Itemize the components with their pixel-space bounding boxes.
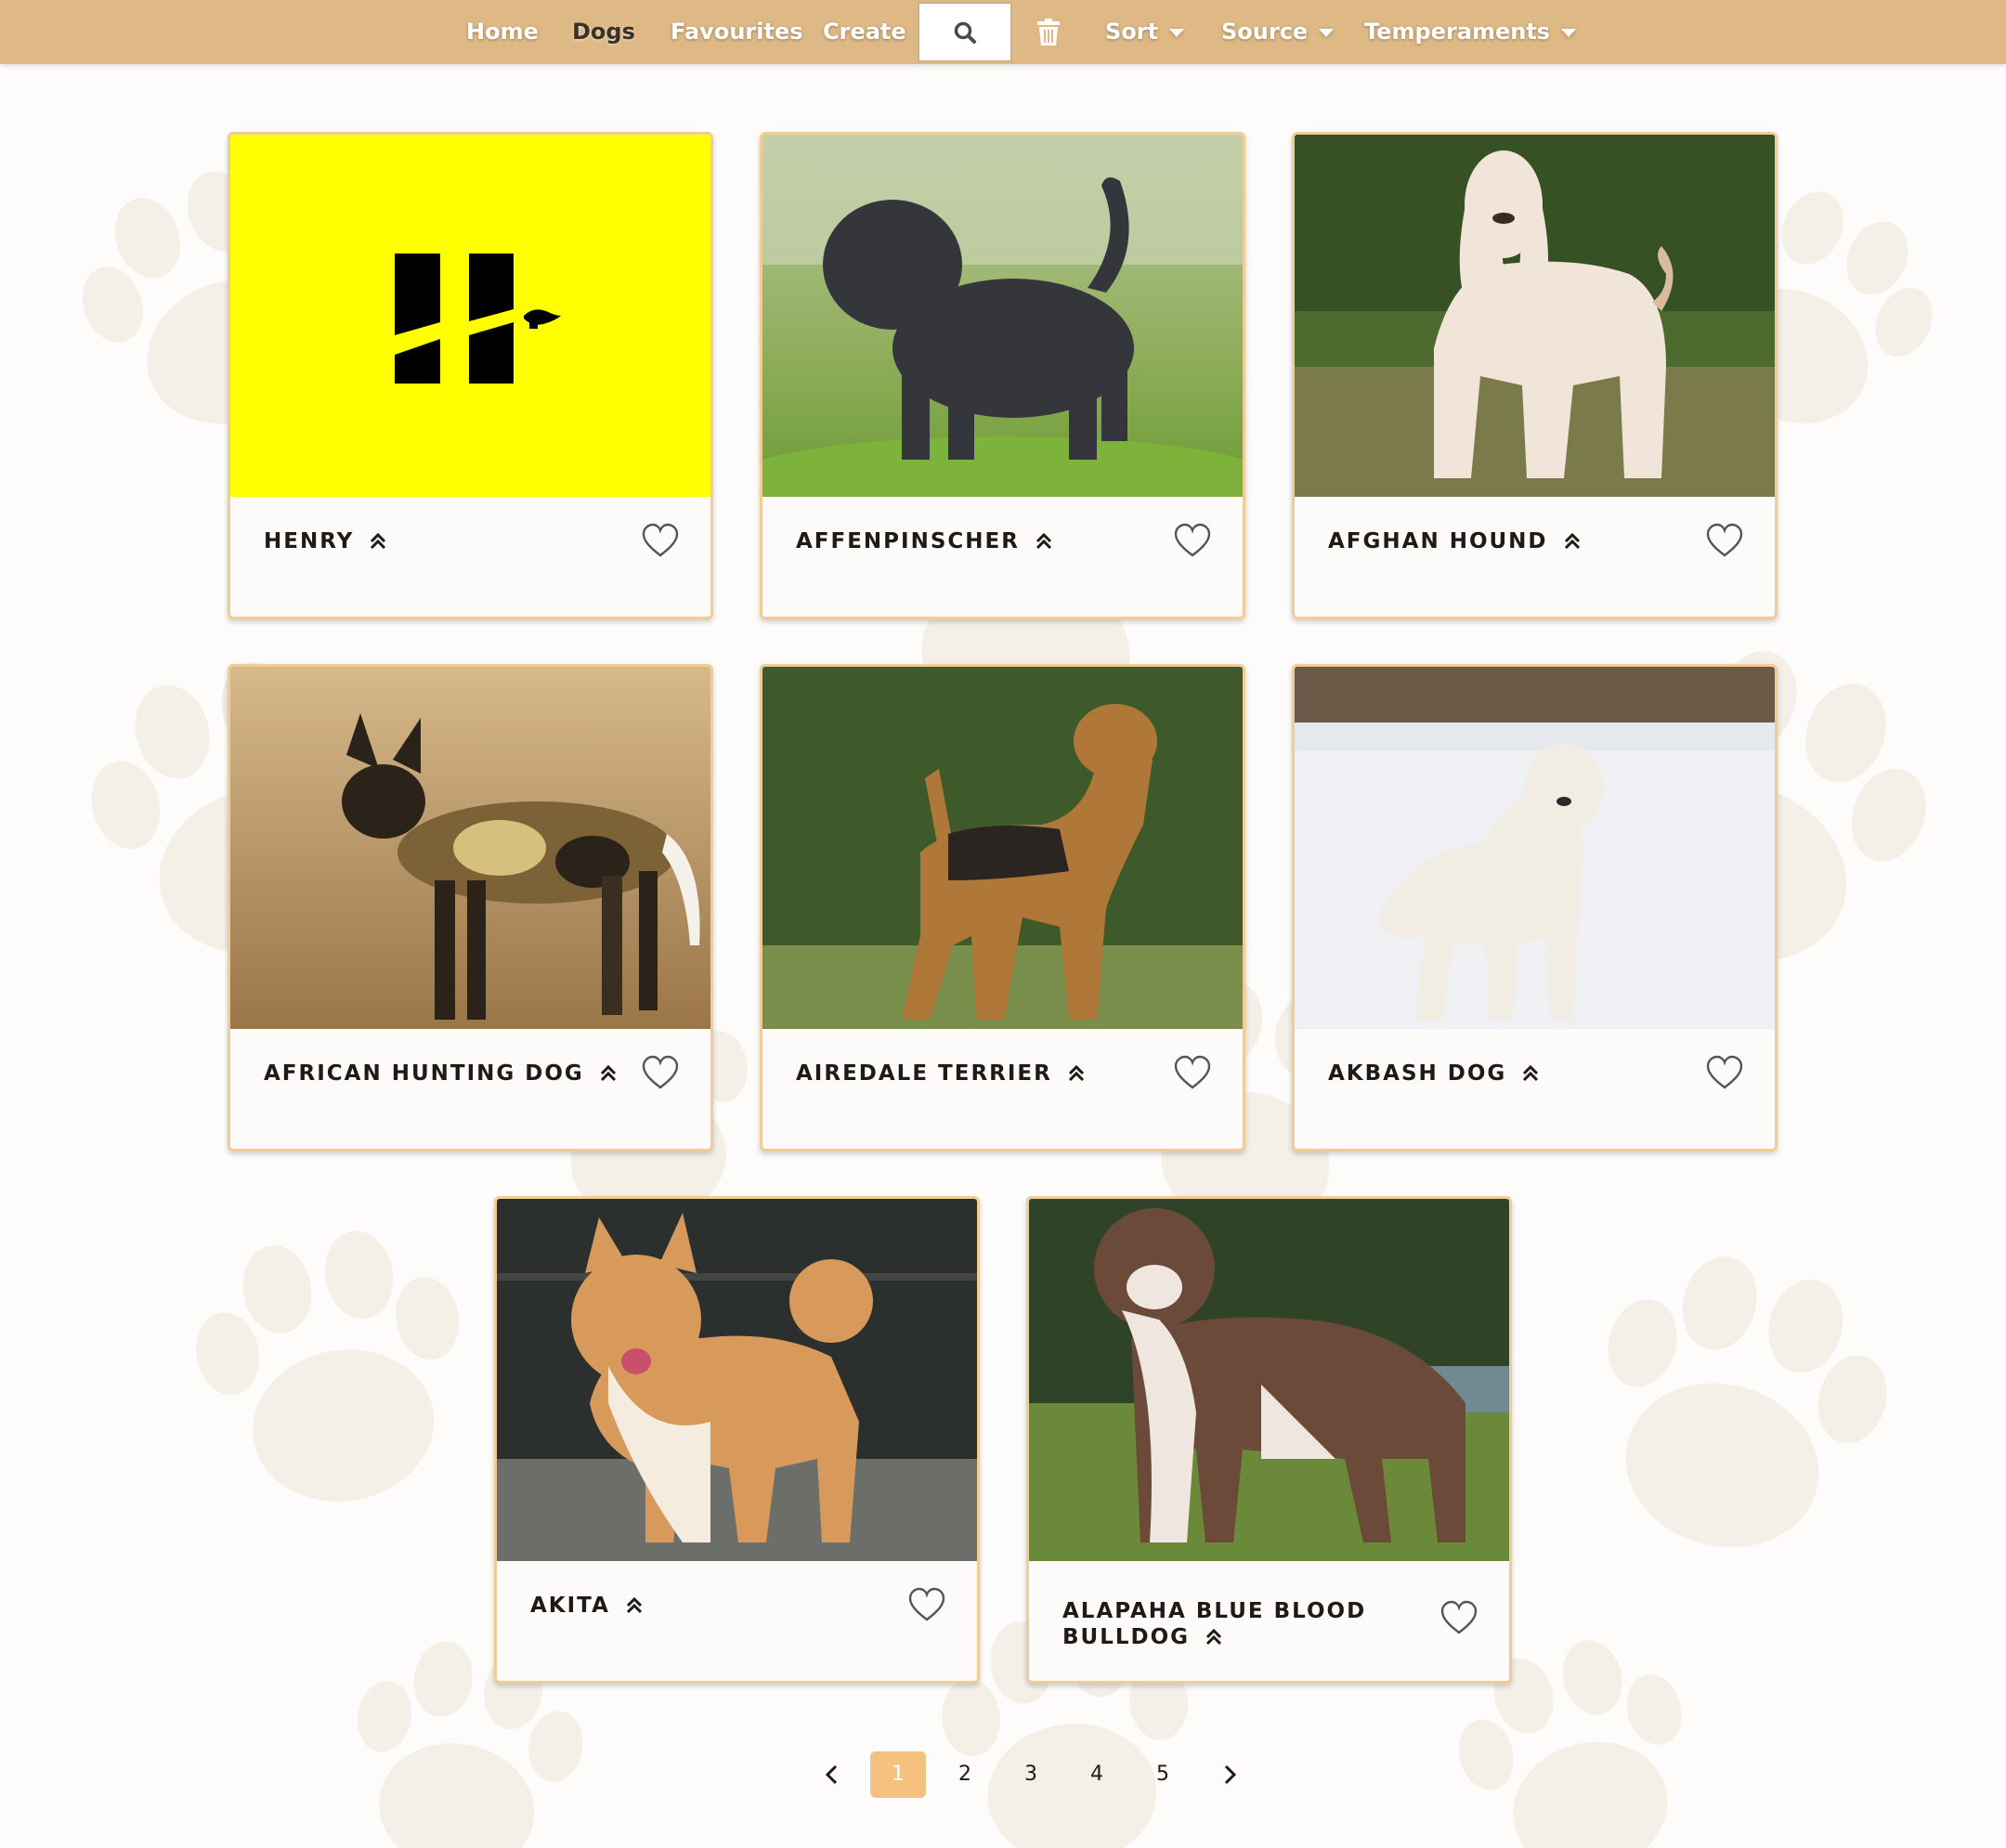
sort-dropdown[interactable]: Sort: [1105, 0, 1185, 64]
page-button-2[interactable]: 2: [937, 1751, 993, 1798]
dog-image[interactable]: [497, 1199, 977, 1561]
card-footer: Affenpinscher: [762, 497, 1243, 617]
dog-name: Alapaha Blue Blood Bulldog: [1062, 1599, 1367, 1649]
card-footer: Alapaha Blue Blood Bulldog: [1029, 1561, 1509, 1681]
trash-icon[interactable]: [1036, 19, 1061, 46]
double-chevron-up-icon[interactable]: [1521, 1062, 1540, 1083]
nav-create-link[interactable]: Create: [823, 0, 906, 64]
heart-outline-icon[interactable]: [1174, 523, 1211, 558]
double-chevron-up-icon[interactable]: [1205, 1626, 1223, 1646]
dog-name: Akbash Dog: [1328, 1061, 1690, 1087]
pagination: 1 2 3 4 5: [0, 1751, 2006, 1798]
page: Home Dogs Favourites Create Sort Source …: [0, 0, 2006, 1848]
nav-dogs-link[interactable]: Dogs: [572, 0, 635, 64]
dog-name: Afghan Hound: [1328, 528, 1690, 554]
double-chevron-up-icon[interactable]: [1067, 1062, 1086, 1083]
page-button-4[interactable]: 4: [1069, 1751, 1125, 1798]
dog-name: Akita: [530, 1593, 892, 1619]
heart-outline-icon[interactable]: [642, 1055, 679, 1090]
double-chevron-up-icon[interactable]: [599, 1062, 618, 1083]
card-footer: Henry: [230, 497, 710, 617]
double-chevron-up-icon[interactable]: [1035, 530, 1053, 551]
temperaments-dropdown[interactable]: Temperaments: [1364, 0, 1577, 64]
dog-image[interactable]: [1295, 667, 1775, 1029]
nav-home-link[interactable]: Home: [466, 0, 539, 64]
dog-card[interactable]: Afghan Hound: [1292, 132, 1778, 619]
dog-image[interactable]: [230, 667, 710, 1029]
nav-favourites-link[interactable]: Favourites: [671, 0, 803, 64]
search-button[interactable]: [918, 2, 1012, 62]
sort-label: Sort: [1105, 19, 1159, 45]
dog-image[interactable]: [230, 135, 710, 497]
search-icon: [954, 21, 976, 44]
navbar: Home Dogs Favourites Create Sort Source …: [0, 0, 2006, 64]
dog-image[interactable]: [1295, 135, 1775, 497]
chevron-down-icon: [1561, 28, 1577, 37]
temperaments-label: Temperaments: [1364, 19, 1551, 45]
card-footer: Akbash Dog: [1295, 1029, 1775, 1149]
chevron-down-icon: [1169, 28, 1185, 37]
card-footer: Afghan Hound: [1295, 497, 1775, 617]
dog-card[interactable]: African Hunting Dog: [228, 664, 713, 1152]
dog-name: Affenpinscher: [796, 528, 1158, 554]
double-chevron-up-icon[interactable]: [369, 530, 387, 551]
dog-image[interactable]: [762, 135, 1243, 497]
dog-card[interactable]: Akbash Dog: [1292, 664, 1778, 1152]
dog-image[interactable]: [1029, 1199, 1509, 1561]
dog-card[interactable]: Alapaha Blue Blood Bulldog: [1026, 1196, 1512, 1684]
dog-name: Airedale Terrier: [796, 1061, 1158, 1087]
card-footer: Akita: [497, 1561, 977, 1681]
dog-card[interactable]: Affenpinscher: [760, 132, 1245, 619]
dog-card[interactable]: Henry: [228, 132, 713, 619]
heart-outline-icon[interactable]: [1706, 523, 1743, 558]
page-button-5[interactable]: 5: [1135, 1751, 1191, 1798]
card-footer: Airedale Terrier: [762, 1029, 1243, 1149]
chevron-right-icon[interactable]: [1217, 1762, 1243, 1788]
page-button-3[interactable]: 3: [1003, 1751, 1059, 1798]
heart-outline-icon[interactable]: [642, 523, 679, 558]
dog-name: African Hunting Dog: [264, 1061, 626, 1087]
source-label: Source: [1221, 19, 1309, 45]
source-dropdown[interactable]: Source: [1221, 0, 1335, 64]
heart-outline-icon[interactable]: [1440, 1600, 1478, 1635]
double-chevron-up-icon[interactable]: [625, 1594, 644, 1615]
dog-card[interactable]: Airedale Terrier: [760, 664, 1245, 1152]
page-button-1[interactable]: 1: [870, 1751, 926, 1798]
chevron-left-icon[interactable]: [819, 1762, 845, 1788]
heart-outline-icon[interactable]: [908, 1587, 945, 1622]
card-footer: African Hunting Dog: [230, 1029, 710, 1149]
dog-name: Henry: [264, 528, 626, 554]
heart-outline-icon[interactable]: [1706, 1055, 1743, 1090]
heart-outline-icon[interactable]: [1174, 1055, 1211, 1090]
dog-card[interactable]: Akita: [494, 1196, 980, 1684]
chevron-down-icon: [1319, 28, 1335, 37]
double-chevron-up-icon[interactable]: [1563, 530, 1582, 551]
dog-image[interactable]: [762, 667, 1243, 1029]
